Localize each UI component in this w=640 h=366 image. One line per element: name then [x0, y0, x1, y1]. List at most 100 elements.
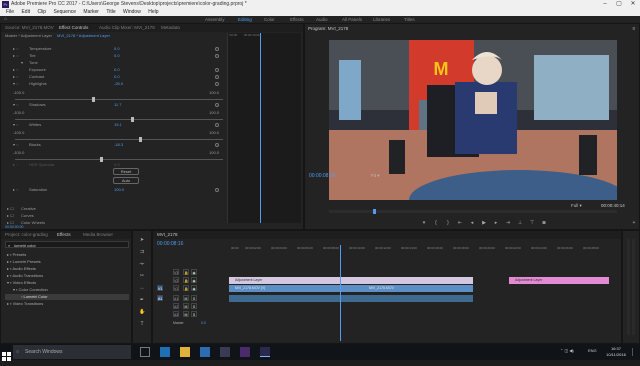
windows-start-icon[interactable]	[2, 348, 11, 361]
menu-title[interactable]: Title	[106, 9, 115, 15]
curves-label[interactable]: Curves	[21, 213, 34, 219]
track-label-v2[interactable]: V2	[173, 277, 179, 283]
whites-value[interactable]: 19.1	[114, 122, 122, 128]
track-label-a2[interactable]: A2	[173, 303, 179, 309]
ripple-edit-tool-icon[interactable]: ⟛	[139, 261, 145, 267]
tree-item-video-effects[interactable]: ▾ ▪ Video Effects	[7, 280, 36, 285]
tree-item-lumetri-presets[interactable]: ▸ ▪ Lumetri Presets	[7, 259, 41, 264]
add-marker-icon[interactable]: ▾	[421, 220, 427, 226]
tab-metadata[interactable]: Metadata	[161, 24, 180, 32]
zoom-level-label[interactable]: Fit	[371, 173, 376, 178]
step-forward-icon[interactable]: ▸	[493, 220, 499, 226]
tab-effect-controls[interactable]: Effect Controls	[59, 24, 88, 32]
tint-value[interactable]: 0.0	[114, 53, 120, 59]
blacks-slider[interactable]	[15, 157, 223, 162]
reset-icon[interactable]	[215, 188, 219, 192]
eye-icon[interactable]: ◉	[191, 277, 197, 283]
program-playhead[interactable]	[373, 209, 376, 214]
whites-slider[interactable]	[15, 137, 223, 142]
go-to-out-icon[interactable]: ⇥	[505, 220, 511, 226]
auto-button[interactable]: Auto	[113, 177, 139, 184]
timeline-timecode[interactable]: 00:00:08:16	[157, 241, 183, 247]
reset-icon[interactable]	[215, 143, 219, 147]
highlights-value[interactable]: -26.0	[114, 81, 123, 87]
track-select-tool-icon[interactable]: ⇉	[139, 249, 145, 255]
razor-tool-icon[interactable]: ✂	[139, 273, 145, 279]
workspace-all-panels[interactable]: All Panels	[342, 16, 362, 23]
tree-item-audio-effects[interactable]: ▸ ▪ Audio Effects	[7, 266, 36, 271]
tree-item-audio-transitions[interactable]: ▸ ▪ Audio Transitions	[7, 273, 43, 278]
tab-media-browser[interactable]: Media Browser	[83, 231, 113, 239]
effects-search-input[interactable]: ⌕ lumetri color	[5, 241, 129, 248]
mark-in-icon[interactable]: {	[433, 220, 439, 226]
close-icon[interactable]: ✕	[626, 0, 640, 9]
workspace-color[interactable]: Color	[264, 16, 275, 23]
step-back-icon[interactable]: ◂	[469, 220, 475, 226]
mute-icon[interactable]: M	[183, 303, 189, 309]
mute-icon[interactable]: M	[183, 311, 189, 317]
export-frame-icon[interactable]: ◙	[541, 220, 547, 226]
panel-menu-icon[interactable]: ≡	[631, 26, 637, 32]
minimize-icon[interactable]: –	[598, 0, 612, 9]
tab-effects[interactable]: Effects	[57, 231, 71, 239]
type-tool-icon[interactable]: T	[139, 321, 145, 327]
program-scrub-bar[interactable]	[329, 209, 617, 214]
add-button-icon[interactable]: +	[631, 220, 637, 226]
solo-icon[interactable]: S	[191, 311, 197, 317]
color-wheels-label[interactable]: Color Wheels	[21, 220, 45, 226]
blacks-value[interactable]: -18.3	[114, 142, 123, 148]
solo-icon[interactable]: S	[191, 303, 197, 309]
active-premiere-taskbar-icon[interactable]	[260, 347, 270, 357]
tab-source[interactable]: Source: MVI_2178.MOV	[5, 24, 54, 32]
master-track-value[interactable]: 0.0	[201, 321, 206, 325]
sequence-clip-label[interactable]: MVI_2178 * Adjustment Layer	[57, 33, 110, 38]
program-timecode-current[interactable]: 00:00:08:16	[309, 173, 335, 179]
menu-edit[interactable]: Edit	[21, 9, 30, 15]
workspace-assembly[interactable]: Assembly	[205, 16, 225, 23]
workspace-libraries[interactable]: Libraries	[373, 16, 390, 23]
extract-icon[interactable]: ⊤	[529, 220, 535, 226]
highlights-slider[interactable]	[15, 97, 223, 102]
mark-out-icon[interactable]: }	[445, 220, 451, 226]
selection-tool-icon[interactable]: ➤	[139, 237, 145, 243]
pen-tool-icon[interactable]: ✒	[139, 297, 145, 303]
tray-icons[interactable]: ⌃ ◫ ◀)	[560, 348, 574, 353]
menu-file[interactable]: File	[6, 9, 14, 15]
audio-clip-a1[interactable]	[229, 295, 473, 302]
tree-item-lumetri-color[interactable]: ▫ Lumetri Color	[5, 294, 129, 300]
curves-section[interactable]: ▸ ☐ Curves	[1, 213, 226, 219]
video-clip-1[interactable]: MVI_2178.MOV [V]	[229, 285, 363, 292]
clock-time[interactable]: 16:37	[603, 346, 629, 351]
track-label-v1[interactable]: V1	[173, 285, 179, 291]
hand-tool-icon[interactable]: ✋	[139, 309, 145, 315]
creative-section[interactable]: ▸ ☐ Creative	[1, 206, 226, 212]
menu-sequence[interactable]: Sequence	[53, 9, 76, 15]
workspace-audio[interactable]: Audio	[316, 16, 328, 23]
input-language[interactable]: ENG	[588, 348, 597, 353]
tree-item-color-correction[interactable]: ▾ ▪ Color Correction	[13, 287, 48, 292]
source-patch-a1[interactable]: A1	[157, 295, 163, 301]
saturation-value[interactable]: 100.0	[114, 187, 124, 193]
eye-icon[interactable]: ◉	[191, 285, 197, 291]
mini-ruler[interactable]: :00:00 00:00:30:00	[228, 33, 302, 38]
file-explorer-icon[interactable]	[180, 347, 190, 357]
task-view-icon[interactable]	[140, 347, 150, 357]
reset-icon[interactable]	[215, 47, 219, 51]
store-icon[interactable]	[200, 347, 210, 357]
shadows-slider[interactable]	[15, 117, 223, 122]
playback-resolution-select[interactable]: Full ▾	[571, 203, 582, 209]
menu-help[interactable]: Help	[148, 9, 158, 15]
effect-controls-timecode[interactable]: 00:00:00:00	[5, 225, 24, 229]
tone-label[interactable]: Tone	[29, 60, 38, 66]
tab-audio-clip-mixer[interactable]: Audio Clip Mixer: MVI_2178	[99, 24, 155, 32]
video-clip-2[interactable]: MVI_2178.MOV	[363, 285, 473, 292]
zoom-level-select[interactable]: Fit ▾	[371, 173, 380, 179]
reset-icon[interactable]	[215, 68, 219, 72]
lock-icon[interactable]: 🔒	[183, 269, 189, 275]
temperature-value[interactable]: 0.0	[114, 46, 120, 52]
tab-sequence[interactable]: MVI_2178	[157, 231, 178, 239]
contrast-value[interactable]: 0.0	[114, 74, 120, 80]
adjustment-layer-clip-2[interactable]: Adjustment Layer	[509, 277, 609, 284]
timeline-playhead[interactable]	[340, 245, 341, 341]
mute-icon[interactable]: M	[183, 295, 189, 301]
